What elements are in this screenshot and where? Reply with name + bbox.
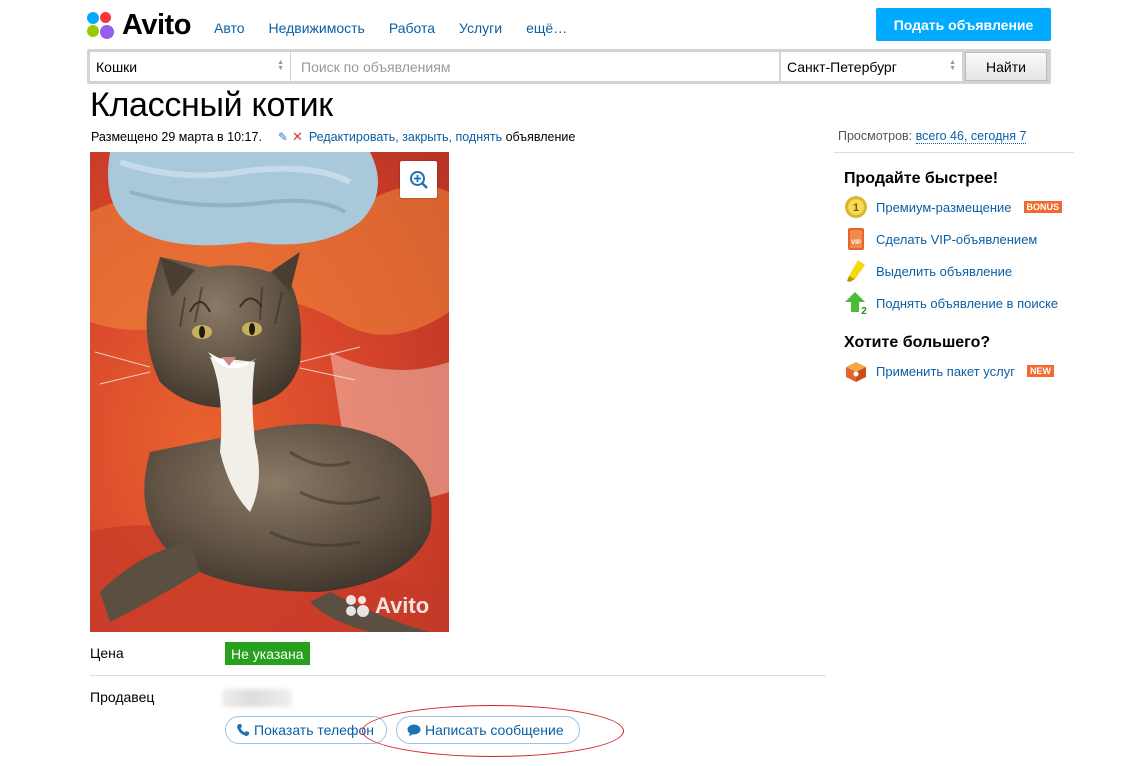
photo-watermark: Avito [345,593,429,619]
views-value[interactable]: всего 46, сегодня 7 [915,129,1027,144]
package-icon [844,359,868,383]
vip-icon: VIP [844,227,868,251]
up-arrow-icon: 2 [844,291,868,315]
seller-name-blurred [222,689,292,707]
nav-auto[interactable]: Авто [214,20,245,36]
nav-services[interactable]: Услуги [459,20,502,36]
pencil-icon[interactable]: ✎ [278,130,288,144]
edit-suffix: объявление [505,130,576,144]
promo-package[interactable]: Применить пакет услуг NEW [844,359,1054,383]
post-ad-button[interactable]: Подать объявление [876,8,1051,41]
promo-highlight-link[interactable]: Выделить объявление [876,264,1012,279]
bonus-badge: BONUS [1023,201,1063,213]
promo-premium-link[interactable]: Премиум-размещение [876,200,1012,215]
category-select[interactable]: Кошки ▲ ▼ [90,52,290,81]
price-divider [90,675,826,676]
select-arrows-icon: ▲ ▼ [949,59,956,72]
svg-text:VIP: VIP [851,240,861,246]
watermark-dots-icon [346,595,369,617]
zoom-in-icon [409,170,428,189]
nav-realty[interactable]: Недвижимость [269,20,365,36]
avito-logo[interactable]: Avito [87,8,191,41]
search-placeholder: Поиск по объявлениям [301,58,451,75]
svg-text:2: 2 [861,306,867,315]
city-select[interactable]: Санкт-Петербург ▲ ▼ [781,52,962,81]
close-icon[interactable]: ✕ [292,129,303,145]
nav-more[interactable]: ещё… [526,20,567,36]
highlighter-icon [844,259,868,283]
new-badge: NEW [1026,365,1054,377]
phone-icon [237,724,249,736]
views-counter: Просмотров: всего 46, сегодня 7 [838,129,1027,144]
promo-highlight[interactable]: Выделить объявление [844,259,1012,283]
edit-link[interactable]: Редактировать, закрыть, поднять [309,130,502,144]
listing-title: Классный котик [90,86,333,124]
search-button[interactable]: Найти [965,52,1047,81]
top-nav: Авто Недвижимость Работа Услуги ещё… [214,20,567,36]
svg-text:1: 1 [853,202,859,214]
want-more-title: Хотите большего? [844,334,991,351]
promo-premium[interactable]: 1 Премиум-размещение BONUS [844,195,1063,219]
logo-text: Avito [122,8,191,41]
seller-label: Продавец [90,689,155,705]
nav-jobs[interactable]: Работа [389,20,435,36]
price-label: Цена [90,645,124,661]
listing-meta: Размещено 29 марта в 10:17. ✎ ✕ Редактир… [91,129,575,145]
views-label: Просмотров: [838,129,913,143]
promo-package-link[interactable]: Применить пакет услуг [876,364,1015,379]
annotation-ellipse [362,705,624,757]
show-phone-label: Показать телефон [254,722,374,738]
posted-date: Размещено 29 марта в 10:17. [91,130,262,144]
logo-dots-icon [87,10,117,40]
coin-icon: 1 [844,195,868,219]
search-bar: Кошки ▲ ▼ Поиск по объявлениям Санкт-Пете… [87,49,1051,84]
city-value: Санкт-Петербург [787,58,897,75]
promo-vip-link[interactable]: Сделать VIP-объявлением [876,232,1037,247]
sell-faster-title: Продайте быстрее! [844,170,999,187]
promo-lift[interactable]: 2 Поднять объявление в поиске [844,291,1058,315]
select-arrows-icon: ▲ ▼ [277,59,284,72]
watermark-text: Avito [375,593,430,618]
category-value: Кошки [96,58,138,75]
promo-vip[interactable]: VIP Сделать VIP-объявлением [844,227,1037,251]
search-input[interactable]: Поиск по объявлениям [291,52,779,81]
cat-photo-image [90,152,449,632]
zoom-button[interactable] [400,161,437,198]
price-value: Не указана [225,642,310,665]
promo-lift-link[interactable]: Поднять объявление в поиске [876,296,1058,311]
listing-photo[interactable] [90,152,449,632]
views-divider [834,152,1074,153]
